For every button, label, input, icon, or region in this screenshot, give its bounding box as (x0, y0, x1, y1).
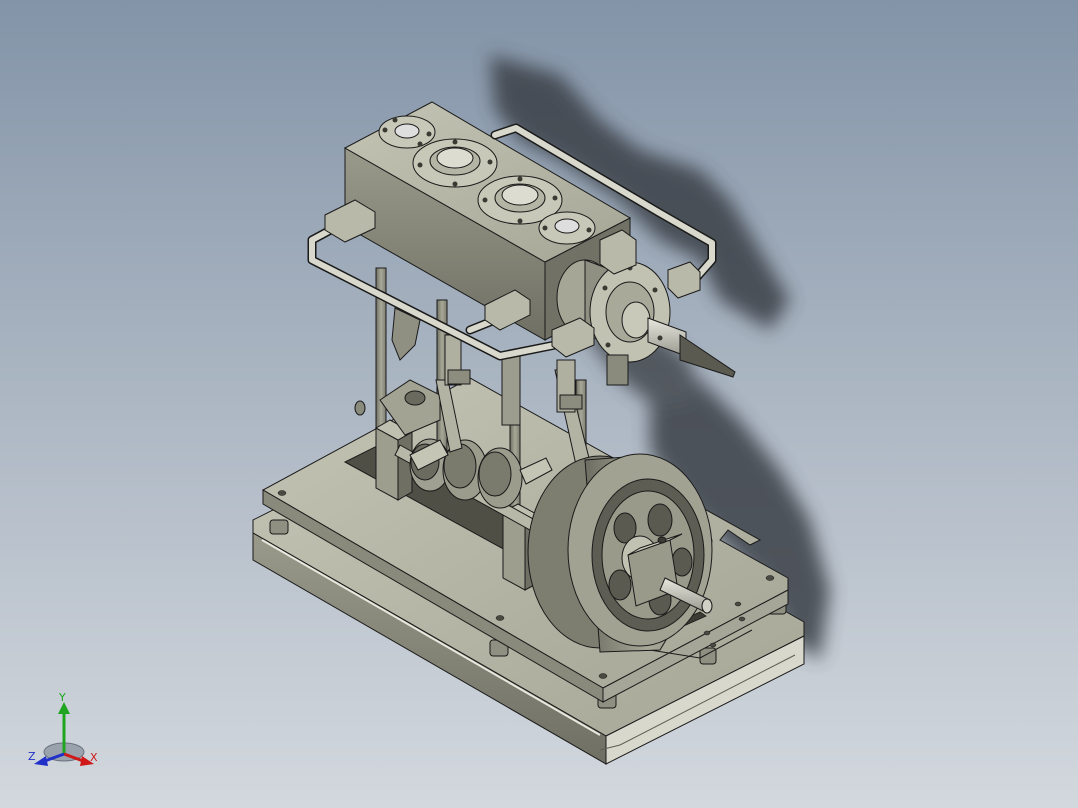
axis-y-label: Y (59, 691, 66, 704)
flywheel[interactable] (527, 453, 713, 653)
axis-triad[interactable]: Y X Z (24, 692, 110, 776)
steam-engine-model[interactable] (0, 0, 1078, 808)
axis-x-label: X (90, 751, 98, 764)
axis-z-label: Z (28, 750, 36, 763)
cad-viewport[interactable]: Y X Z (0, 0, 1078, 808)
